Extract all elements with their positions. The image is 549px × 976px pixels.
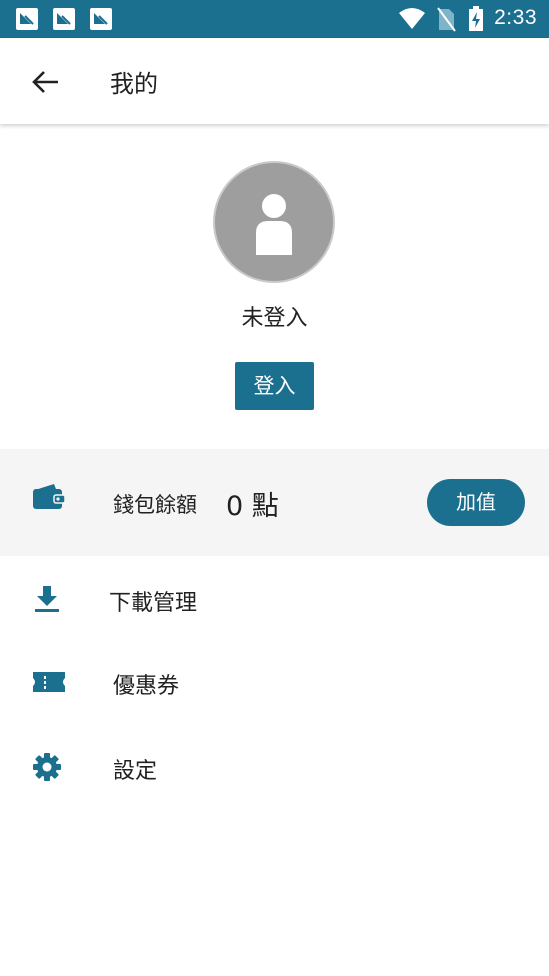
login-button[interactable]: 登入 [235,362,314,410]
menu-item-label: 下載管理 [109,591,198,616]
wallet-balance-amount: 0 點 [226,491,279,522]
ticket-icon [32,670,66,698]
wifi-icon [398,0,426,38]
status-time: 2:33 [494,6,537,29]
download-icon [32,584,62,618]
no-sim-icon [436,0,456,38]
app-bar: 我的 [0,38,549,124]
app-notification-icon [90,8,112,30]
menu-item-label: 設定 [113,759,158,784]
app-notification-icon [16,8,38,30]
wallet-balance-row: 錢包餘額 0 點 加值 [0,449,549,556]
app-notification-icon [53,8,75,30]
wallet-balance-label: 錢包餘額 [113,493,197,517]
menu-item-label: 優惠券 [113,674,180,699]
avatar [213,161,335,283]
arrow-back-icon [22,71,68,110]
back-button[interactable] [22,60,68,106]
top-up-button[interactable]: 加值 [427,479,525,526]
page-title: 我的 [110,70,158,98]
login-status-text: 未登入 [241,306,308,331]
wallet-icon [32,483,66,515]
menu-item-download-manager[interactable]: 下載管理 [0,556,549,640]
menu-item-settings[interactable]: 設定 [0,724,549,808]
menu-item-coupons[interactable]: 優惠券 [0,640,549,724]
status-bar: 2:33 [0,0,549,38]
gear-icon [32,752,62,786]
battery-charging-icon [468,0,484,38]
